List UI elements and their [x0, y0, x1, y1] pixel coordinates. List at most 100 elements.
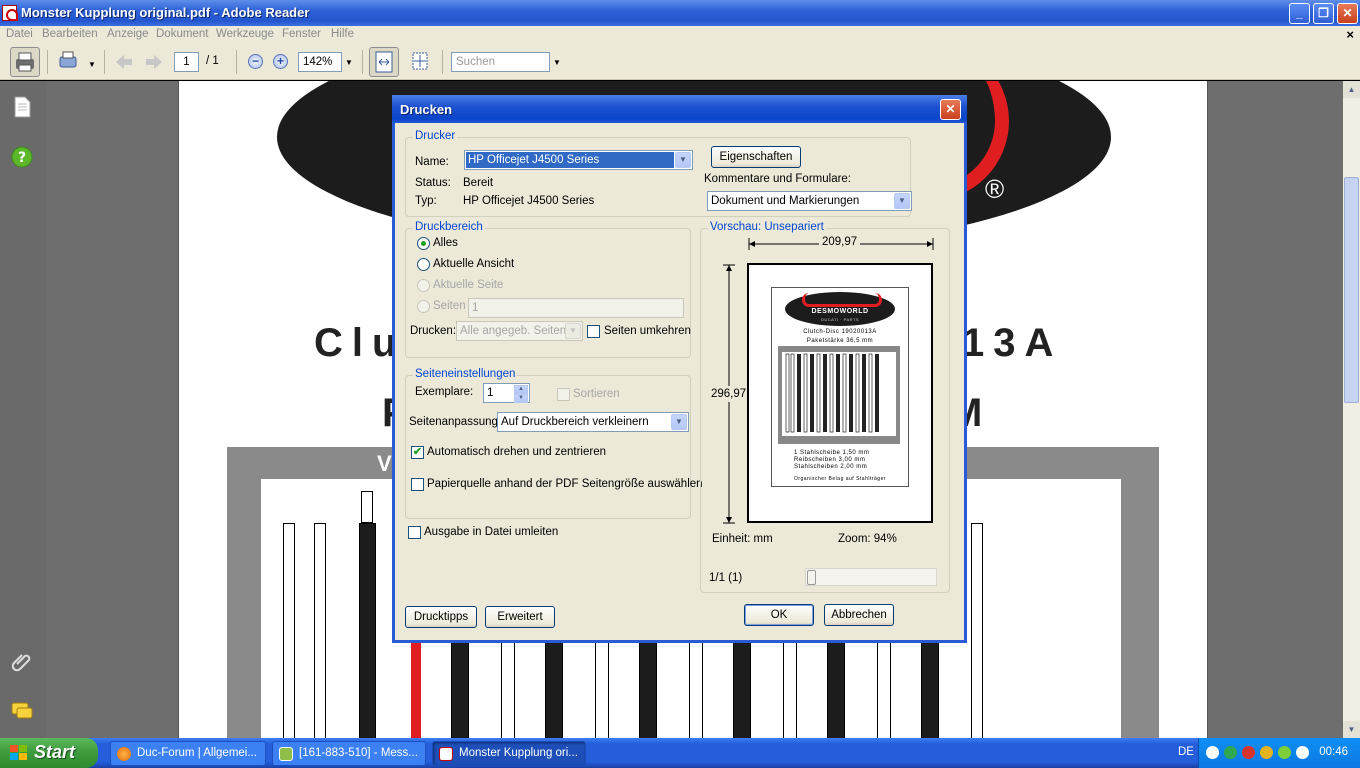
menu-fenster[interactable]: Fenster	[282, 28, 321, 40]
menu-dokument[interactable]: Dokument	[156, 28, 208, 40]
update-icon[interactable]	[1278, 746, 1291, 759]
pdf-icon	[439, 747, 453, 761]
disc-stripe	[595, 641, 609, 738]
minimize-button[interactable]: _	[1289, 3, 1310, 24]
preview-logo-swoosh	[802, 293, 882, 307]
pages-icon[interactable]	[10, 95, 34, 119]
toolbar-separator	[362, 50, 363, 74]
language-indicator[interactable]: DE	[1178, 746, 1194, 758]
vertical-scrollbar[interactable]: ▲ ▼	[1343, 81, 1360, 738]
chevron-down-icon[interactable]: ▼	[565, 323, 581, 339]
disc-stripe	[827, 641, 845, 738]
menu-werkzeuge[interactable]: Werkzeuge	[216, 28, 274, 40]
comments-select[interactable]: Dokument und Markierungen ▼	[707, 191, 912, 211]
disc-stripe	[359, 523, 376, 738]
chevron-down-icon[interactable]: ▼	[675, 152, 691, 168]
print-subset-select[interactable]: Alle angegeb. Seiten ▼	[456, 321, 583, 341]
menu-datei[interactable]: Datei	[6, 28, 33, 40]
range-page-radio[interactable]	[417, 279, 430, 292]
next-page-button[interactable]	[144, 54, 164, 73]
adobe-reader-window: Monster Kupplung original.pdf - Adobe Re…	[0, 0, 1360, 768]
range-view-radio[interactable]	[417, 258, 430, 271]
reverse-pages-label: Seiten umkehren	[604, 325, 691, 337]
fit-width-button[interactable]	[406, 47, 436, 77]
chevron-down-icon[interactable]: ▼	[88, 60, 96, 69]
disc-stripe	[639, 641, 657, 738]
document-close-icon[interactable]: ×	[1346, 27, 1354, 42]
scroll-thumb[interactable]	[1344, 177, 1359, 403]
menu-hilfe[interactable]: Hilfe	[331, 28, 354, 40]
ok-button[interactable]: OK	[744, 604, 814, 626]
disc-stripe	[783, 641, 797, 738]
collate-label: Sortieren	[573, 388, 620, 400]
previous-page-button[interactable]	[114, 54, 134, 73]
network-icon[interactable]	[1224, 746, 1237, 759]
reverse-pages-checkbox[interactable]	[587, 325, 600, 338]
zoom-dropdown-icon[interactable]: ▼	[345, 58, 353, 67]
start-label: Start	[34, 742, 76, 762]
zoom-in-icon[interactable]: +	[273, 54, 288, 69]
task-firefox[interactable]: Duc-Forum | Allgemei...	[110, 741, 266, 766]
shield-icon[interactable]	[1260, 746, 1273, 759]
dialog-close-icon[interactable]: ✕	[940, 99, 961, 120]
menu-anzeige[interactable]: Anzeige	[107, 28, 149, 40]
disc-stripe	[545, 641, 563, 738]
slider-handle[interactable]	[807, 570, 816, 585]
preview-page: DESMOWORLD DUCATI · PARTS Clutch-Disc 19…	[771, 287, 909, 487]
status-value: Bereit	[463, 177, 494, 189]
preview-page-slider[interactable]	[805, 568, 937, 586]
properties-button[interactable]: Eigenschaften	[711, 146, 801, 168]
papersource-label: Papierquelle anhand der PDF Seitengröße …	[427, 478, 703, 490]
stepper-up-icon[interactable]: ▲	[514, 385, 528, 394]
taskbar: Start Duc-Forum | Allgemei... [161-883-5…	[0, 738, 1360, 768]
print-button[interactable]	[10, 47, 40, 77]
search-dropdown-icon[interactable]: ▼	[553, 58, 561, 67]
print-to-file-label: Ausgabe in Datei umleiten	[424, 526, 559, 538]
advanced-button[interactable]: Erweitert	[485, 606, 555, 628]
chevron-down-icon[interactable]: ▼	[894, 193, 910, 209]
copies-input[interactable]: 1 ▲ ▼	[483, 383, 530, 403]
scaling-select[interactable]: Auf Druckbereich verkleinern ▼	[497, 412, 689, 432]
print-to-file-checkbox[interactable]	[408, 526, 421, 539]
comments-value: Dokument und Markierungen	[711, 195, 860, 207]
title-bar[interactable]: Monster Kupplung original.pdf - Adobe Re…	[0, 0, 1360, 26]
security-icon[interactable]	[1242, 746, 1255, 759]
task-adobe-reader[interactable]: Monster Kupplung ori...	[432, 741, 586, 766]
pages-input[interactable]: 1	[468, 298, 684, 318]
cancel-button[interactable]: Abbrechen	[824, 604, 894, 626]
printer-name-select[interactable]: HP Officejet J4500 Series ▼	[464, 150, 693, 170]
page-number-input[interactable]: 1	[174, 52, 199, 72]
disc-stripe	[411, 641, 421, 738]
range-all-radio[interactable]	[417, 237, 430, 250]
comments-icon[interactable]	[10, 699, 34, 723]
printer-name-value: HP Officejet J4500 Series	[466, 152, 674, 168]
scroll-mode-button[interactable]	[369, 47, 399, 77]
scroll-down-icon[interactable]: ▼	[1343, 721, 1360, 738]
copies-stepper[interactable]: ▲ ▼	[514, 385, 528, 403]
email-button[interactable]: ▼	[56, 47, 96, 77]
chevron-down-icon[interactable]: ▼	[671, 414, 687, 430]
range-pages-radio[interactable]	[417, 300, 430, 313]
print-tips-button[interactable]: Drucktipps	[405, 606, 477, 628]
disc-stripe	[451, 641, 469, 738]
task-messenger[interactable]: [161-883-510] - Mess...	[272, 741, 426, 766]
window-title: Monster Kupplung original.pdf - Adobe Re…	[21, 5, 310, 20]
type-label: Typ:	[415, 195, 437, 207]
papersource-checkbox[interactable]	[411, 478, 424, 491]
scroll-up-icon[interactable]: ▲	[1343, 81, 1360, 98]
close-button[interactable]: ✕	[1337, 3, 1358, 24]
maximize-button[interactable]: ❐	[1313, 3, 1334, 24]
dialog-title-bar[interactable]: Drucken ✕	[392, 95, 967, 123]
collate-checkbox[interactable]	[557, 388, 570, 401]
search-input[interactable]: Suchen	[451, 52, 550, 72]
autorotate-checkbox[interactable]: ✔	[411, 446, 424, 459]
help-icon[interactable]: ?	[10, 145, 34, 169]
zoom-out-icon[interactable]: −	[248, 54, 263, 69]
attachment-icon[interactable]	[10, 649, 34, 673]
download-icon[interactable]	[1296, 746, 1309, 759]
start-button[interactable]: Start	[0, 738, 98, 768]
tray-expand-icon[interactable]	[1206, 746, 1219, 759]
menu-bearbeiten[interactable]: Bearbeiten	[42, 28, 98, 40]
zoom-input[interactable]: 142%	[298, 52, 342, 72]
stepper-down-icon[interactable]: ▼	[514, 394, 528, 403]
